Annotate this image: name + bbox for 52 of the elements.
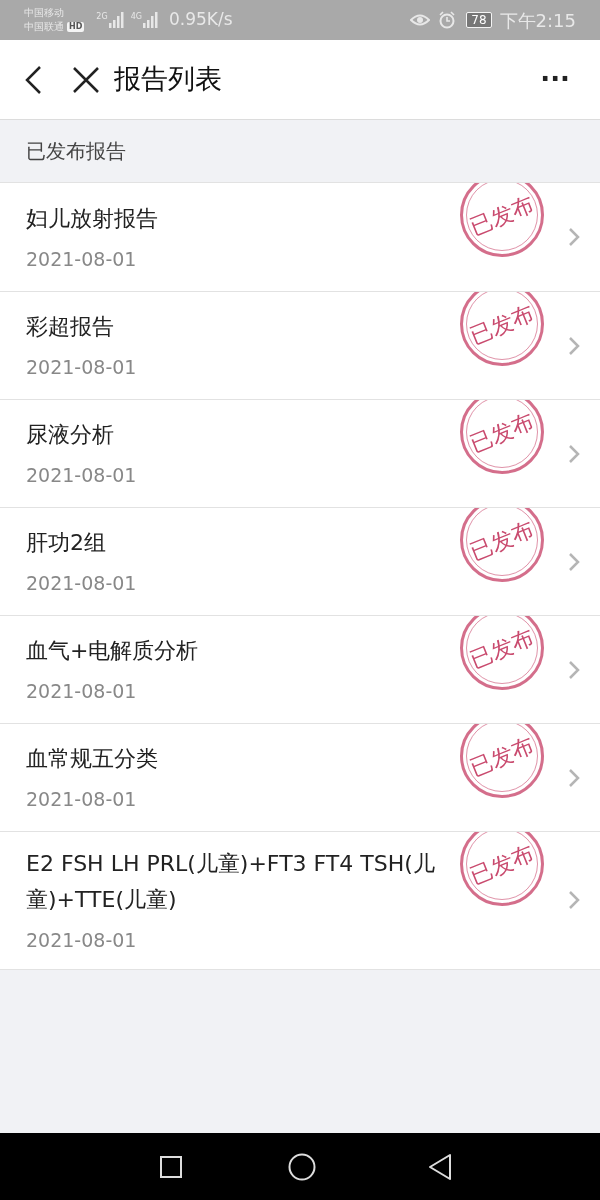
report-date: 2021-08-01 [26,463,138,489]
report-date: 2021-08-01 [26,571,138,597]
report-date: 2021-08-01 [26,246,138,272]
report-row[interactable]: 彩超报告 2021-08-01 已发布 [0,291,600,399]
report-name: 肝功2组 [26,529,107,558]
section-heading: 已发布报告 [26,138,126,165]
report-name: 血气+电解质分析 [26,637,200,666]
report-row[interactable]: 血常规五分类 2021-08-01 已发布 [0,723,600,831]
clock-time: 下午2:15 [499,8,576,33]
report-row[interactable]: 尿液分析 2021-08-01 已发布 [0,399,600,507]
report-name: E2 FSH LH PRL(儿童)+FT3 FT4 TSH(儿童)+TTE(儿童) [26,850,436,914]
report-row[interactable]: 妇儿放射报告 2021-08-01 已发布 [0,183,600,291]
report-name: 妇儿放射报告 [26,204,159,233]
chevron-icon [568,767,580,788]
network-speed: 0.95K/s [168,8,233,32]
network-type: 2G [96,12,108,21]
signal-icon [108,12,125,28]
report-row[interactable]: E2 FSH LH PRL(儿童)+FT3 FT4 TSH(儿童)+TTE(儿童) 2021-08-01 已发布 [0,831,600,969]
home-icon[interactable] [287,1151,317,1182]
report-row[interactable]: 肝功2组 2021-08-01 已发布 [0,507,600,615]
eye-icon [410,13,431,27]
chevron-icon [568,551,580,572]
published-stamp: 已发布 [460,508,544,582]
published-stamp: 已发布 [460,724,544,798]
report-date: 2021-08-01 [26,787,138,813]
signal-icon [142,12,159,28]
report-name: 血常规五分类 [26,745,159,774]
report-name: 尿液分析 [26,421,115,450]
recents-icon[interactable] [159,1154,183,1179]
published-stamp: 已发布 [460,292,544,366]
hd-badge: HD [67,22,85,32]
back-icon[interactable] [24,64,42,95]
report-name: 彩超报告 [26,313,115,342]
chevron-icon [568,890,580,911]
chevron-icon [568,227,580,247]
page-title: 报告列表 [114,62,222,97]
report-date: 2021-08-01 [26,928,138,953]
chevron-icon [568,659,580,680]
published-stamp: 已发布 [460,616,544,690]
published-stamp: 已发布 [460,183,544,257]
published-stamp: 已发布 [460,832,544,906]
chevron-icon [568,443,580,464]
close-icon[interactable] [72,65,100,94]
more-button[interactable]: ··· [540,60,570,99]
published-stamp: 已发布 [460,400,544,474]
back-icon[interactable] [427,1152,453,1181]
chevron-icon [568,335,580,356]
alarm-icon [438,11,457,29]
report-row[interactable]: 血气+电解质分析 2021-08-01 已发布 [0,615,600,723]
report-date: 2021-08-01 [26,679,138,705]
battery-icon: 78 [466,12,492,28]
report-date: 2021-08-01 [26,355,138,381]
